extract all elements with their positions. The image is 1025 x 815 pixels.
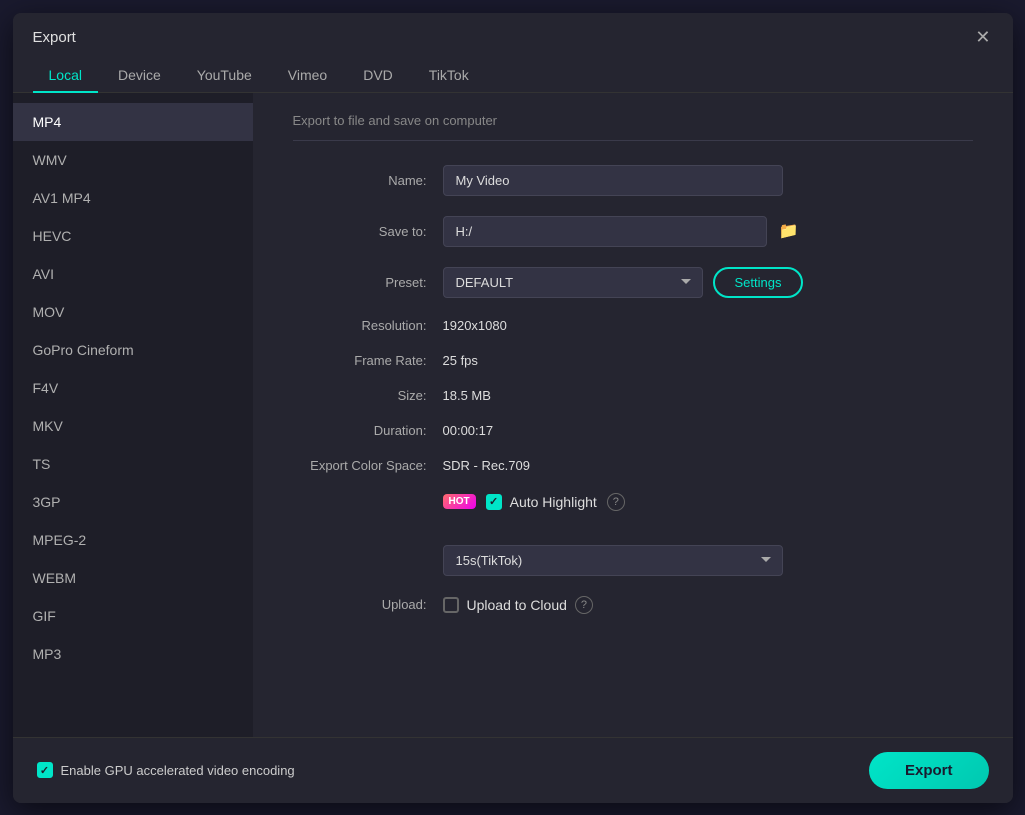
browse-folder-button[interactable]: 📁 [775,217,803,245]
dialog-footer: ✓ Enable GPU accelerated video encoding … [13,737,1013,803]
tab-dvd[interactable]: DVD [347,59,409,93]
auto-highlight-row: HOT ✓ Auto Highlight ? [293,493,973,525]
size-label: Size: [293,388,443,403]
format-mov[interactable]: MOV [13,293,253,331]
tiktok-duration-row: 15s(TikTok) 30s(TikTok) 60s(TikTok) [293,545,973,576]
preset-row: Preset: DEFAULT High Quality Low Quality… [293,267,973,298]
color-space-value: SDR - Rec.709 [443,458,530,473]
export-button[interactable]: Export [869,752,989,789]
auto-highlight-controls: HOT ✓ Auto Highlight ? [443,493,625,511]
save-to-controls: 📁 [443,216,803,247]
format-hevc[interactable]: HEVC [13,217,253,255]
duration-row: Duration: 00:00:17 [293,423,973,438]
upload-cloud-text: Upload to Cloud [467,597,567,613]
auto-highlight-checkbox[interactable]: ✓ [486,494,502,510]
format-mpeg2[interactable]: MPEG-2 [13,521,253,559]
format-gif[interactable]: GIF [13,597,253,635]
format-wmv[interactable]: WMV [13,141,253,179]
gpu-acceleration-checkmark: ✓ [40,764,49,777]
main-panel: Export to file and save on computer Name… [253,93,1013,793]
auto-highlight-checkbox-label[interactable]: ✓ Auto Highlight [486,494,597,510]
format-webm[interactable]: WEBM [13,559,253,597]
name-row: Name: [293,165,973,196]
gpu-acceleration-text: Enable GPU accelerated video encoding [61,763,295,778]
format-ts[interactable]: TS [13,445,253,483]
upload-cloud-checkbox-label[interactable]: Upload to Cloud [443,597,567,613]
tab-youtube[interactable]: YouTube [181,59,268,93]
format-avi[interactable]: AVI [13,255,253,293]
framerate-row: Frame Rate: 25 fps [293,353,973,368]
content-area: MP4 WMV AV1 MP4 HEVC AVI MOV GoPro Cinef… [13,93,1013,793]
save-to-row: Save to: 📁 [293,216,973,247]
format-mkv[interactable]: MKV [13,407,253,445]
tiktok-duration-select[interactable]: 15s(TikTok) 30s(TikTok) 60s(TikTok) [443,545,783,576]
resolution-value: 1920x1080 [443,318,507,333]
upload-label: Upload: [293,597,443,612]
name-label: Name: [293,173,443,188]
tab-device[interactable]: Device [102,59,177,93]
framerate-label: Frame Rate: [293,353,443,368]
duration-value: 00:00:17 [443,423,494,438]
close-button[interactable]: ✕ [969,25,996,50]
format-av1mp4[interactable]: AV1 MP4 [13,179,253,217]
preset-controls: DEFAULT High Quality Low Quality Custom … [443,267,804,298]
save-to-input[interactable] [443,216,767,247]
auto-highlight-info-icon[interactable]: ? [607,493,625,511]
export-dialog: Export ✕ Local Device YouTube Vimeo DVD … [13,13,1013,803]
preset-label: Preset: [293,275,443,290]
gpu-acceleration-label[interactable]: ✓ Enable GPU accelerated video encoding [37,762,295,778]
format-gopro[interactable]: GoPro Cineform [13,331,253,369]
tab-tiktok[interactable]: TikTok [413,59,485,93]
name-input[interactable] [443,165,783,196]
auto-highlight-checkmark: ✓ [489,495,498,508]
color-space-row: Export Color Space: SDR - Rec.709 [293,458,973,473]
upload-cloud-info-icon[interactable]: ? [575,596,593,614]
upload-row: Upload: Upload to Cloud ? [293,596,973,614]
format-f4v[interactable]: F4V [13,369,253,407]
tab-local[interactable]: Local [33,59,98,93]
hot-badge: HOT [443,494,476,509]
format-mp4[interactable]: MP4 [13,103,253,141]
upload-controls: Upload to Cloud ? [443,596,593,614]
color-space-label: Export Color Space: [293,458,443,473]
section-title: Export to file and save on computer [293,113,973,141]
resolution-row: Resolution: 1920x1080 [293,318,973,333]
save-to-label: Save to: [293,224,443,239]
dialog-title: Export [33,29,76,46]
size-value: 18.5 MB [443,388,491,403]
auto-highlight-text: Auto Highlight [510,494,597,510]
gpu-acceleration-checkbox[interactable]: ✓ [37,762,53,778]
tab-vimeo[interactable]: Vimeo [272,59,343,93]
upload-cloud-checkbox[interactable] [443,597,459,613]
format-sidebar: MP4 WMV AV1 MP4 HEVC AVI MOV GoPro Cinef… [13,93,253,793]
title-bar: Export ✕ [13,13,1013,58]
settings-button[interactable]: Settings [713,267,804,298]
tabs-bar: Local Device YouTube Vimeo DVD TikTok [13,58,1013,93]
format-mp3[interactable]: MP3 [13,635,253,673]
framerate-value: 25 fps [443,353,478,368]
resolution-label: Resolution: [293,318,443,333]
size-row: Size: 18.5 MB [293,388,973,403]
preset-select[interactable]: DEFAULT High Quality Low Quality Custom [443,267,703,298]
duration-label: Duration: [293,423,443,438]
format-3gp[interactable]: 3GP [13,483,253,521]
